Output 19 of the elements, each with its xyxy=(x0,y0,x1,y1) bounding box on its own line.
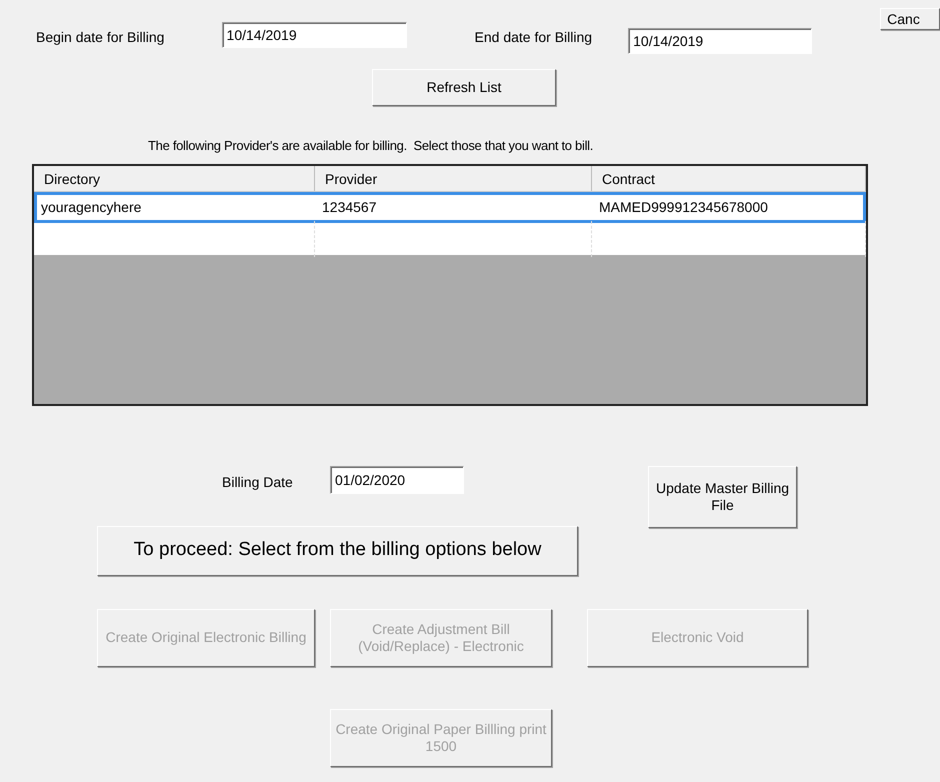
table-row[interactable] xyxy=(34,222,866,254)
table-cell-text: youragencyhere xyxy=(41,198,142,217)
table-cell-text: 1234567 xyxy=(322,198,377,216)
date-field[interactable]: 10/14/2019 xyxy=(222,22,407,48)
field-label: Billing Date xyxy=(222,472,294,492)
date-field[interactable]: 01/02/2020 xyxy=(330,466,464,494)
table-row[interactable]: youragencyhere 1234567 MAMED999912345678000 xyxy=(34,192,866,222)
instructions-text: The following Provider's are available for billing. Select those that you want to bill. xyxy=(148,137,594,155)
date-field[interactable]: 10/14/2019 xyxy=(628,28,812,54)
cancel-button[interactable]: Canc xyxy=(880,8,940,30)
refresh-button[interactable]: Refresh List xyxy=(372,69,556,106)
field-label: End date for Billing xyxy=(474,28,594,47)
update-button[interactable]: Update Master Billing File xyxy=(648,466,797,528)
column-header[interactable]: Contract xyxy=(592,166,866,190)
column-header[interactable]: Directory xyxy=(34,166,315,190)
column-header[interactable]: Provider xyxy=(315,166,592,190)
proceed-button[interactable]: To proceed: Select from the billing options below xyxy=(97,526,578,576)
field-label: Begin date for Billing xyxy=(36,28,166,47)
table-cell-text: MAMED999912345678000 xyxy=(599,198,768,216)
